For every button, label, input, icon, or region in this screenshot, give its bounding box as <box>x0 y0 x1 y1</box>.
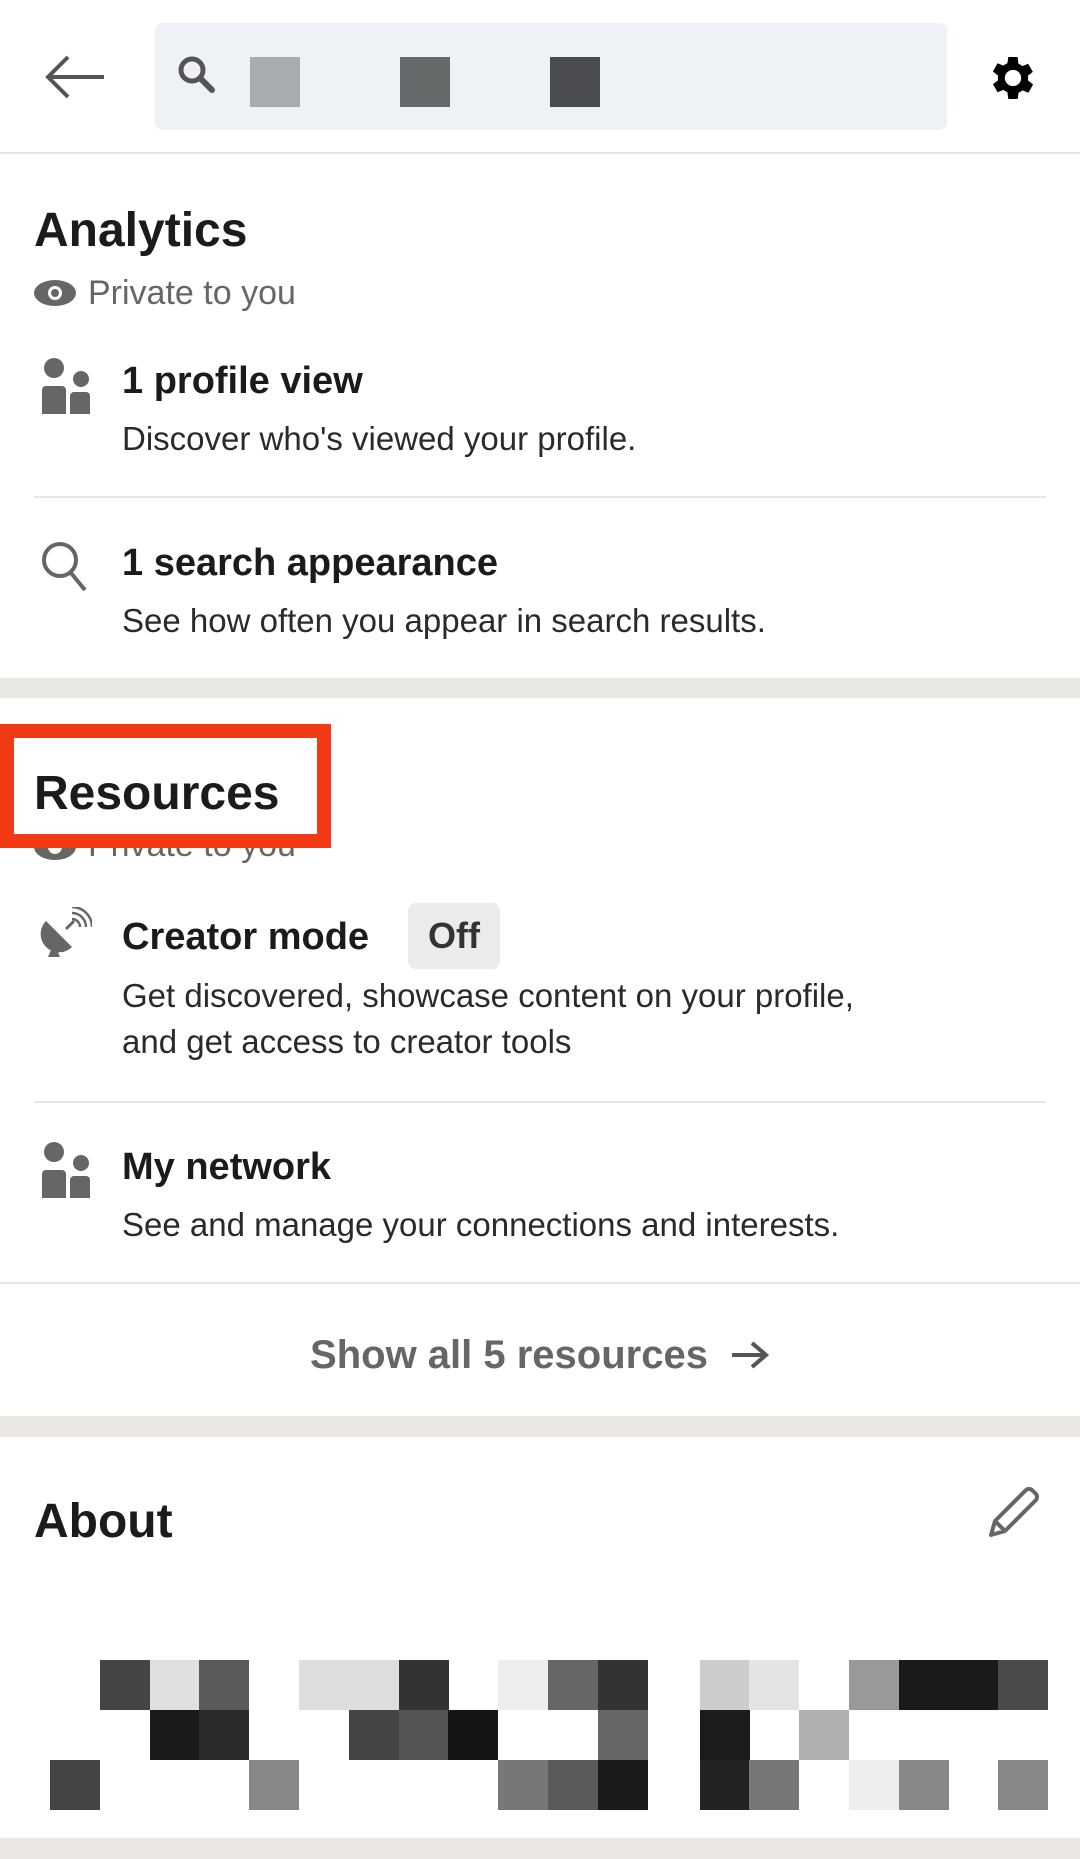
redacted-pixel <box>749 1760 799 1810</box>
gear-icon[interactable] <box>985 50 1041 106</box>
section-separator <box>0 678 1080 698</box>
redacted-about-text <box>50 1660 1048 1810</box>
top-bar <box>0 0 1080 154</box>
search-input[interactable] <box>155 23 947 130</box>
redacted-pixel <box>548 1660 598 1710</box>
people-icon <box>42 358 90 414</box>
show-all-label: Show all 5 resources <box>310 1332 708 1377</box>
redacted-block <box>250 57 300 107</box>
redacted-pixel <box>498 1660 548 1710</box>
arrow-right-icon <box>731 1341 770 1369</box>
show-all-resources-button[interactable]: Show all 5 resources <box>0 1300 1080 1410</box>
redacted-block <box>550 57 600 107</box>
redacted-pixel <box>998 1660 1048 1710</box>
people-icon <box>42 1142 90 1198</box>
redacted-pixel <box>700 1760 750 1810</box>
pencil-icon[interactable] <box>985 1485 1041 1541</box>
search-icon <box>42 542 87 592</box>
list-item-my-network[interactable]: My network See and manage your connectio… <box>0 1130 1080 1280</box>
redacted-pixel <box>598 1760 648 1810</box>
redacted-pixel <box>749 1660 799 1710</box>
redacted-pixel <box>299 1660 349 1710</box>
list-item-creator-mode[interactable]: Creator mode Off Get discovered, showcas… <box>0 890 1080 1102</box>
status-badge: Off <box>408 903 500 969</box>
arrow-left-icon[interactable] <box>44 54 106 100</box>
redacted-pixel <box>598 1710 648 1760</box>
divider <box>0 1282 1080 1284</box>
analytics-title: Analytics <box>34 204 248 257</box>
redacted-pixel <box>849 1660 899 1710</box>
divider <box>34 1101 1046 1103</box>
item-title: 1 search appearance <box>122 542 499 584</box>
item-title: My network <box>122 1146 332 1188</box>
redacted-pixel <box>949 1660 999 1710</box>
redacted-pixel <box>799 1710 849 1760</box>
redacted-pixel <box>700 1710 750 1760</box>
search-icon <box>178 56 215 93</box>
redacted-pixel <box>448 1710 498 1760</box>
item-description: and get access to creator tools <box>122 1023 572 1060</box>
redacted-pixel <box>50 1760 100 1810</box>
item-description: Discover who's viewed your profile. <box>122 420 637 457</box>
list-item-search-appearances[interactable]: 1 search appearance See how often you ap… <box>0 530 1080 670</box>
item-description: See how often you appear in search resul… <box>122 602 766 639</box>
redacted-pixel <box>199 1660 249 1710</box>
redacted-pixel <box>199 1710 249 1760</box>
privacy-label: Private to you <box>88 274 296 312</box>
redacted-pixel <box>349 1710 399 1760</box>
list-item-profile-views[interactable]: 1 profile view Discover who's viewed you… <box>0 350 1080 496</box>
item-title: 1 profile view <box>122 360 363 402</box>
item-description: See and manage your connections and inte… <box>122 1206 840 1243</box>
redacted-pixel <box>150 1660 200 1710</box>
redacted-block <box>400 57 450 107</box>
divider <box>34 496 1046 498</box>
section-separator <box>0 1838 1080 1859</box>
redacted-pixel <box>399 1660 449 1710</box>
section-separator <box>0 1416 1080 1437</box>
redacted-pixel <box>548 1760 598 1810</box>
redacted-pixel <box>849 1760 899 1810</box>
satellite-dish-icon <box>40 907 92 957</box>
about-title: About <box>34 1495 173 1548</box>
redacted-pixel <box>399 1710 449 1760</box>
item-title: Creator mode <box>122 916 370 958</box>
redacted-pixel <box>498 1760 548 1810</box>
item-description: Get discovered, showcase content on your… <box>122 977 854 1014</box>
redacted-pixel <box>598 1660 648 1710</box>
redacted-pixel <box>150 1710 200 1760</box>
redacted-pixel <box>998 1760 1048 1810</box>
redacted-pixel <box>249 1760 299 1810</box>
resources-title: Resources <box>34 767 280 820</box>
redacted-pixel <box>100 1660 150 1710</box>
redacted-pixel <box>700 1660 750 1710</box>
redacted-pixel <box>349 1660 399 1710</box>
highlight-box: Resources <box>0 724 331 848</box>
redacted-pixel <box>899 1660 949 1710</box>
redacted-pixel <box>899 1760 949 1810</box>
eye-icon <box>34 280 76 306</box>
